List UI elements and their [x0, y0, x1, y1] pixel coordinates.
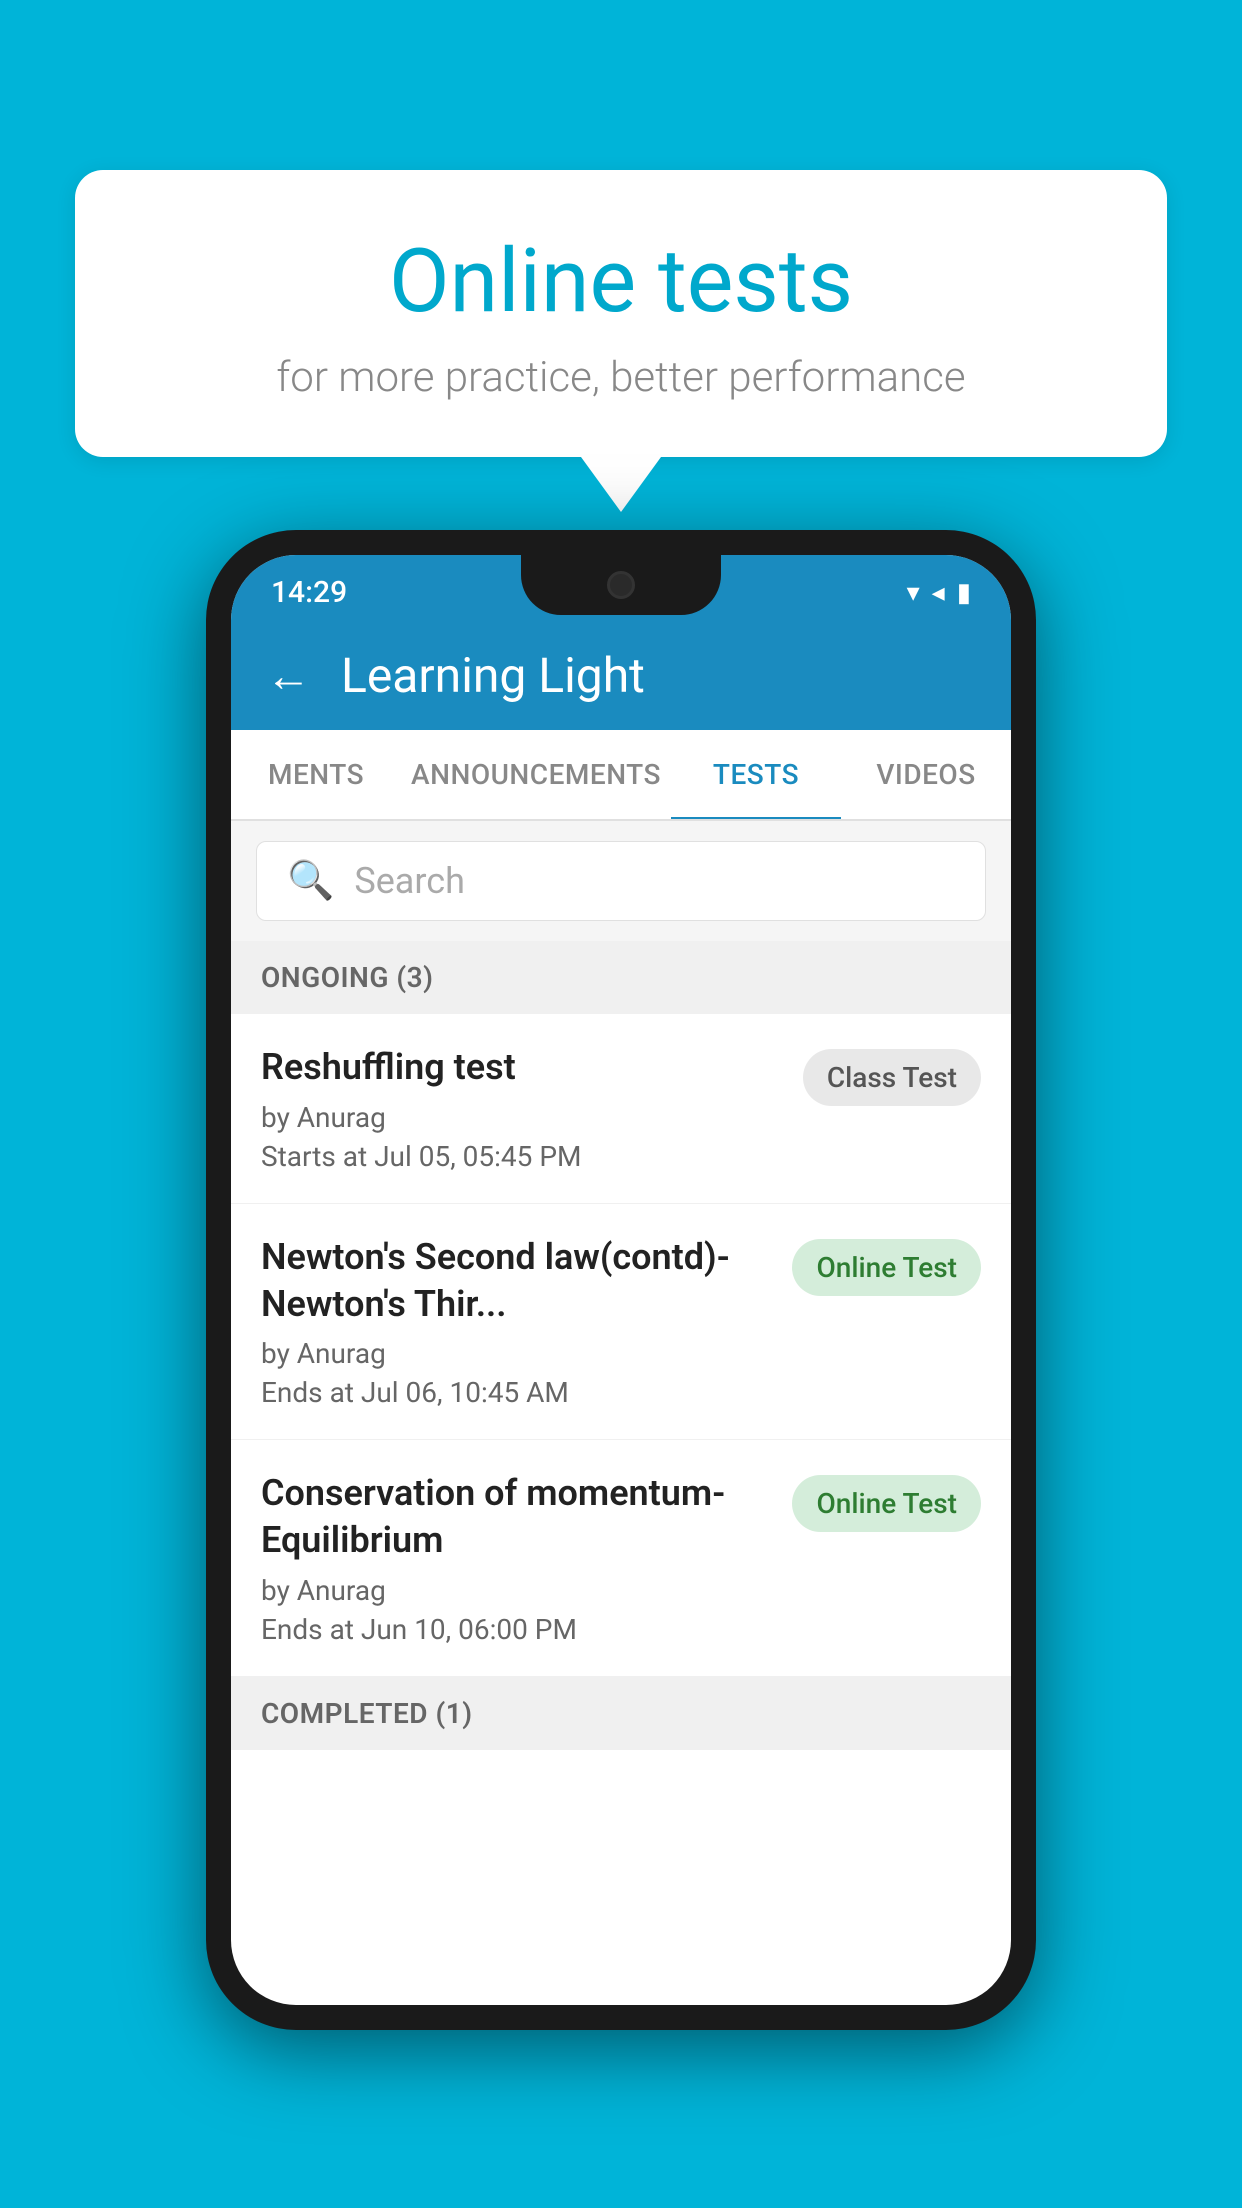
- test-title: Reshuffling test: [261, 1044, 783, 1091]
- back-button[interactable]: ←: [266, 649, 311, 702]
- ongoing-section-header: ONGOING (3): [231, 941, 1011, 1014]
- phone-frame: 14:29 ▾ ◂ ▮ ← Learning Light MENTS ANNOU…: [206, 530, 1036, 2030]
- phone-notch: [521, 555, 721, 615]
- search-container: 🔍 Search: [231, 821, 1011, 941]
- app-title: Learning Light: [341, 647, 645, 704]
- speech-bubble-tail: [581, 457, 661, 512]
- test-item[interactable]: Newton's Second law(contd)-Newton's Thir…: [231, 1204, 1011, 1441]
- speech-bubble-container: Online tests for more practice, better p…: [75, 170, 1167, 512]
- status-icons: ▾ ◂ ▮: [907, 578, 971, 608]
- search-icon: 🔍: [287, 859, 334, 903]
- status-time: 14:29: [271, 575, 347, 610]
- speech-bubble-title: Online tests: [125, 230, 1117, 333]
- test-list: Reshuffling test by Anurag Starts at Jul…: [231, 1014, 1011, 1677]
- tab-tests[interactable]: TESTS: [671, 730, 841, 819]
- test-info: Reshuffling test by Anurag Starts at Jul…: [261, 1044, 783, 1173]
- test-badge-online: Online Test: [792, 1239, 981, 1296]
- phone-container: 14:29 ▾ ◂ ▮ ← Learning Light MENTS ANNOU…: [206, 530, 1036, 2030]
- speech-bubble-subtitle: for more practice, better performance: [125, 353, 1117, 402]
- signal-icon: ◂: [932, 578, 945, 608]
- test-item[interactable]: Conservation of momentum-Equilibrium by …: [231, 1440, 1011, 1677]
- test-title: Newton's Second law(contd)-Newton's Thir…: [261, 1234, 772, 1328]
- test-info: Newton's Second law(contd)-Newton's Thir…: [261, 1234, 772, 1410]
- tab-videos[interactable]: VIDEOS: [841, 730, 1011, 819]
- test-time: Starts at Jul 05, 05:45 PM: [261, 1140, 783, 1173]
- test-info: Conservation of momentum-Equilibrium by …: [261, 1470, 772, 1646]
- wifi-icon: ▾: [907, 578, 920, 608]
- phone-camera: [607, 571, 635, 599]
- search-placeholder-text: Search: [354, 860, 465, 902]
- tab-announcements[interactable]: ANNOUNCEMENTS: [401, 730, 671, 819]
- test-author: by Anurag: [261, 1574, 772, 1607]
- test-title: Conservation of momentum-Equilibrium: [261, 1470, 772, 1564]
- tab-ments[interactable]: MENTS: [231, 730, 401, 819]
- app-bar: ← Learning Light: [231, 620, 1011, 730]
- completed-section-header: COMPLETED (1): [231, 1677, 1011, 1750]
- test-badge-online-2: Online Test: [792, 1475, 981, 1532]
- test-time: Ends at Jun 10, 06:00 PM: [261, 1613, 772, 1646]
- test-time: Ends at Jul 06, 10:45 AM: [261, 1376, 772, 1409]
- test-author: by Anurag: [261, 1101, 783, 1134]
- tabs-container: MENTS ANNOUNCEMENTS TESTS VIDEOS: [231, 730, 1011, 821]
- test-item[interactable]: Reshuffling test by Anurag Starts at Jul…: [231, 1014, 1011, 1204]
- search-input[interactable]: 🔍 Search: [256, 841, 986, 921]
- test-author: by Anurag: [261, 1337, 772, 1370]
- test-badge-class: Class Test: [803, 1049, 981, 1106]
- speech-bubble: Online tests for more practice, better p…: [75, 170, 1167, 457]
- battery-icon: ▮: [957, 578, 971, 608]
- phone-screen: 14:29 ▾ ◂ ▮ ← Learning Light MENTS ANNOU…: [231, 555, 1011, 2005]
